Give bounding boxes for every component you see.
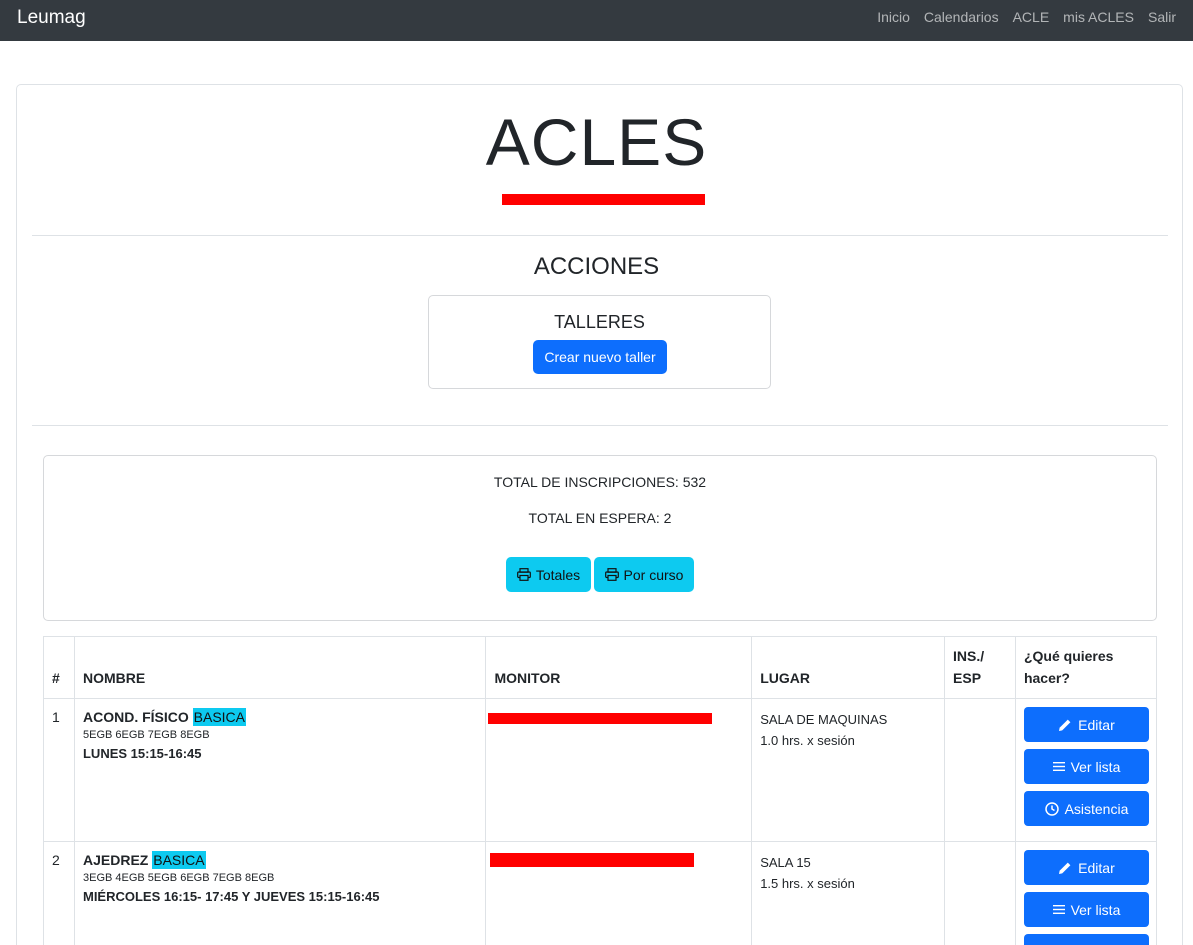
acles-table: # NOMBRE MONITOR LUGAR INS./ ESP ¿Qué qu…: [43, 636, 1158, 945]
edit-label: Editar: [1078, 859, 1115, 876]
col-header-num: #: [43, 636, 75, 699]
nav-link-mis-acles[interactable]: mis ACLES: [1063, 9, 1134, 25]
row-actions-cell: Editar Ver lista Asistencia: [1014, 841, 1158, 945]
row-title: AJEDREZ BASICA: [82, 851, 479, 869]
col-header-lugar: LUGAR: [751, 636, 946, 699]
total-inscripciones: TOTAL DE INSCRIPCIONES: 532: [493, 474, 707, 490]
monitor-redaction-bar: [488, 713, 713, 724]
table-row: 1 ACOND. FÍSICO BASICA 5EGB 6EGB 7EGB 8E…: [43, 698, 1158, 842]
nav-links: Inicio Calendarios ACLE mis ACLES Salir: [877, 9, 1176, 25]
monitor-redaction-bar: [490, 853, 695, 867]
talleres-heading: TALLERES: [554, 312, 645, 332]
printer-icon: [604, 568, 619, 581]
row-lugar-cell: SALA DE MAQUINAS 1.0 hrs. x sesión: [751, 698, 946, 842]
row-title: ACOND. FÍSICO BASICA: [82, 708, 479, 726]
acciones-heading: ACCIONES: [533, 253, 660, 280]
row-actions-cell: Editar Ver lista Asistencia: [1014, 698, 1158, 842]
view-list-button[interactable]: Ver lista: [1023, 892, 1149, 927]
row-num: 1: [43, 698, 75, 842]
taller-name: ACOND. FÍSICO: [82, 709, 189, 725]
list-icon: [1052, 762, 1065, 771]
clock-icon: [1044, 801, 1059, 816]
email-redaction-bar: [502, 194, 705, 205]
row-ins-esp: [944, 841, 1016, 945]
col-header-ins-esp: INS./ ESP: [944, 636, 1016, 699]
list-icon: [1052, 905, 1065, 914]
level-badge: BASICA: [192, 708, 247, 726]
row-schedule: LUNES 15:15-16:45: [82, 746, 202, 761]
row-horas: 1.0 hrs. x sesión: [760, 733, 855, 748]
edit-button[interactable]: Editar: [1023, 707, 1149, 742]
col-header-monitor: MONITOR: [485, 636, 753, 699]
talleres-card: TALLERES Crear nuevo taller: [428, 295, 771, 389]
create-taller-button[interactable]: Crear nuevo taller: [533, 340, 667, 374]
col-header-acciones: ¿Qué quieres hacer?: [1014, 636, 1158, 699]
total-espera: TOTAL EN ESPERA: 2: [528, 510, 672, 526]
divider: [32, 235, 1168, 236]
nav-link-inicio[interactable]: Inicio: [877, 9, 910, 25]
row-nombre-cell: AJEDREZ BASICA 3EGB 4EGB 5EGB 6EGB 7EGB …: [73, 841, 487, 945]
view-list-label: Ver lista: [1070, 758, 1121, 775]
edit-label: Editar: [1078, 716, 1115, 733]
pencil-icon: [1059, 719, 1071, 731]
brand-logo[interactable]: Leumag: [17, 7, 86, 29]
table-header-row: # NOMBRE MONITOR LUGAR INS./ ESP ¿Qué qu…: [43, 636, 1158, 699]
taller-name: AJEDREZ: [82, 852, 149, 868]
totales-label: Totales: [535, 566, 581, 583]
row-schedule: MIÉRCOLES 16:15- 17:45 Y JUEVES 15:15-16…: [82, 889, 380, 904]
row-nombre-cell: ACOND. FÍSICO BASICA 5EGB 6EGB 7EGB 8EGB…: [73, 698, 487, 842]
attendance-label: Asistencia: [1064, 800, 1129, 817]
printer-icon: [516, 568, 531, 581]
edit-button[interactable]: Editar: [1023, 850, 1149, 885]
nav-link-calendarios[interactable]: Calendarios: [924, 9, 999, 25]
stats-card: TOTAL DE INSCRIPCIONES: 532 TOTAL EN ESP…: [43, 455, 1157, 621]
row-monitor-cell: [485, 698, 753, 842]
nav-link-acle[interactable]: ACLE: [1013, 9, 1050, 25]
view-list-label: Ver lista: [1070, 901, 1121, 918]
divider: [32, 425, 1168, 426]
row-grades: 3EGB 4EGB 5EGB 6EGB 7EGB 8EGB: [82, 872, 275, 884]
row-lugar: SALA 15: [760, 855, 811, 870]
table-row: 2 AJEDREZ BASICA 3EGB 4EGB 5EGB 6EGB 7EG…: [43, 841, 1158, 945]
level-badge: BASICA: [152, 851, 206, 869]
row-num: 2: [43, 841, 75, 945]
page-title: ACLES: [485, 105, 708, 179]
pencil-icon: [1059, 862, 1071, 874]
view-list-button[interactable]: Ver lista: [1023, 749, 1149, 784]
row-lugar: SALA DE MAQUINAS: [760, 712, 888, 727]
por-curso-label: Por curso: [623, 566, 684, 583]
row-ins-esp: [944, 698, 1016, 842]
row-horas: 1.5 hrs. x sesión: [760, 876, 855, 891]
print-totales-button[interactable]: Totales: [506, 557, 591, 592]
row-lugar-cell: SALA 15 1.5 hrs. x sesión: [751, 841, 946, 945]
col-header-nombre: NOMBRE: [73, 636, 487, 699]
row-grades: 5EGB 6EGB 7EGB 8EGB: [82, 729, 210, 741]
print-por-curso-button[interactable]: Por curso: [594, 557, 694, 592]
row-monitor-cell: [485, 841, 753, 945]
top-navbar: Leumag Inicio Calendarios ACLE mis ACLES…: [0, 0, 1193, 41]
attendance-button[interactable]: Asistencia: [1023, 791, 1149, 826]
attendance-button[interactable]: Asistencia: [1023, 934, 1149, 945]
nav-link-salir[interactable]: Salir: [1148, 9, 1176, 25]
